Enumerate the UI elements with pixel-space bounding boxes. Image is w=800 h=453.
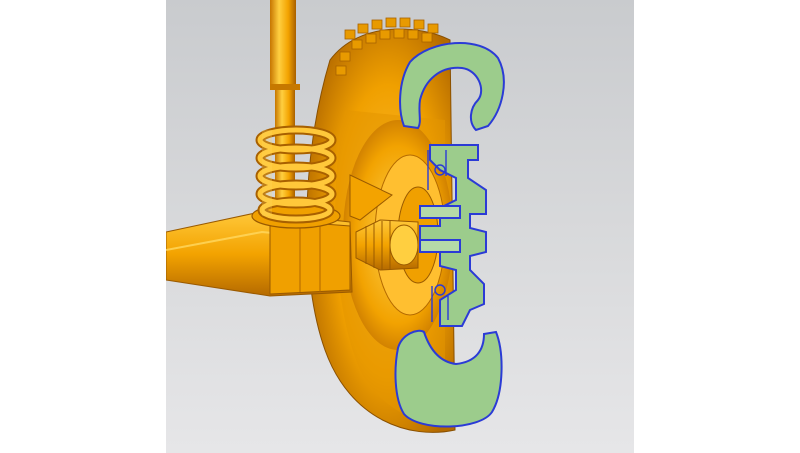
coil-spring (251, 125, 341, 229)
assembly-render (166, 0, 505, 433)
drive-shaft-boot (355, 219, 419, 271)
cad-viewport[interactable] (166, 0, 634, 453)
